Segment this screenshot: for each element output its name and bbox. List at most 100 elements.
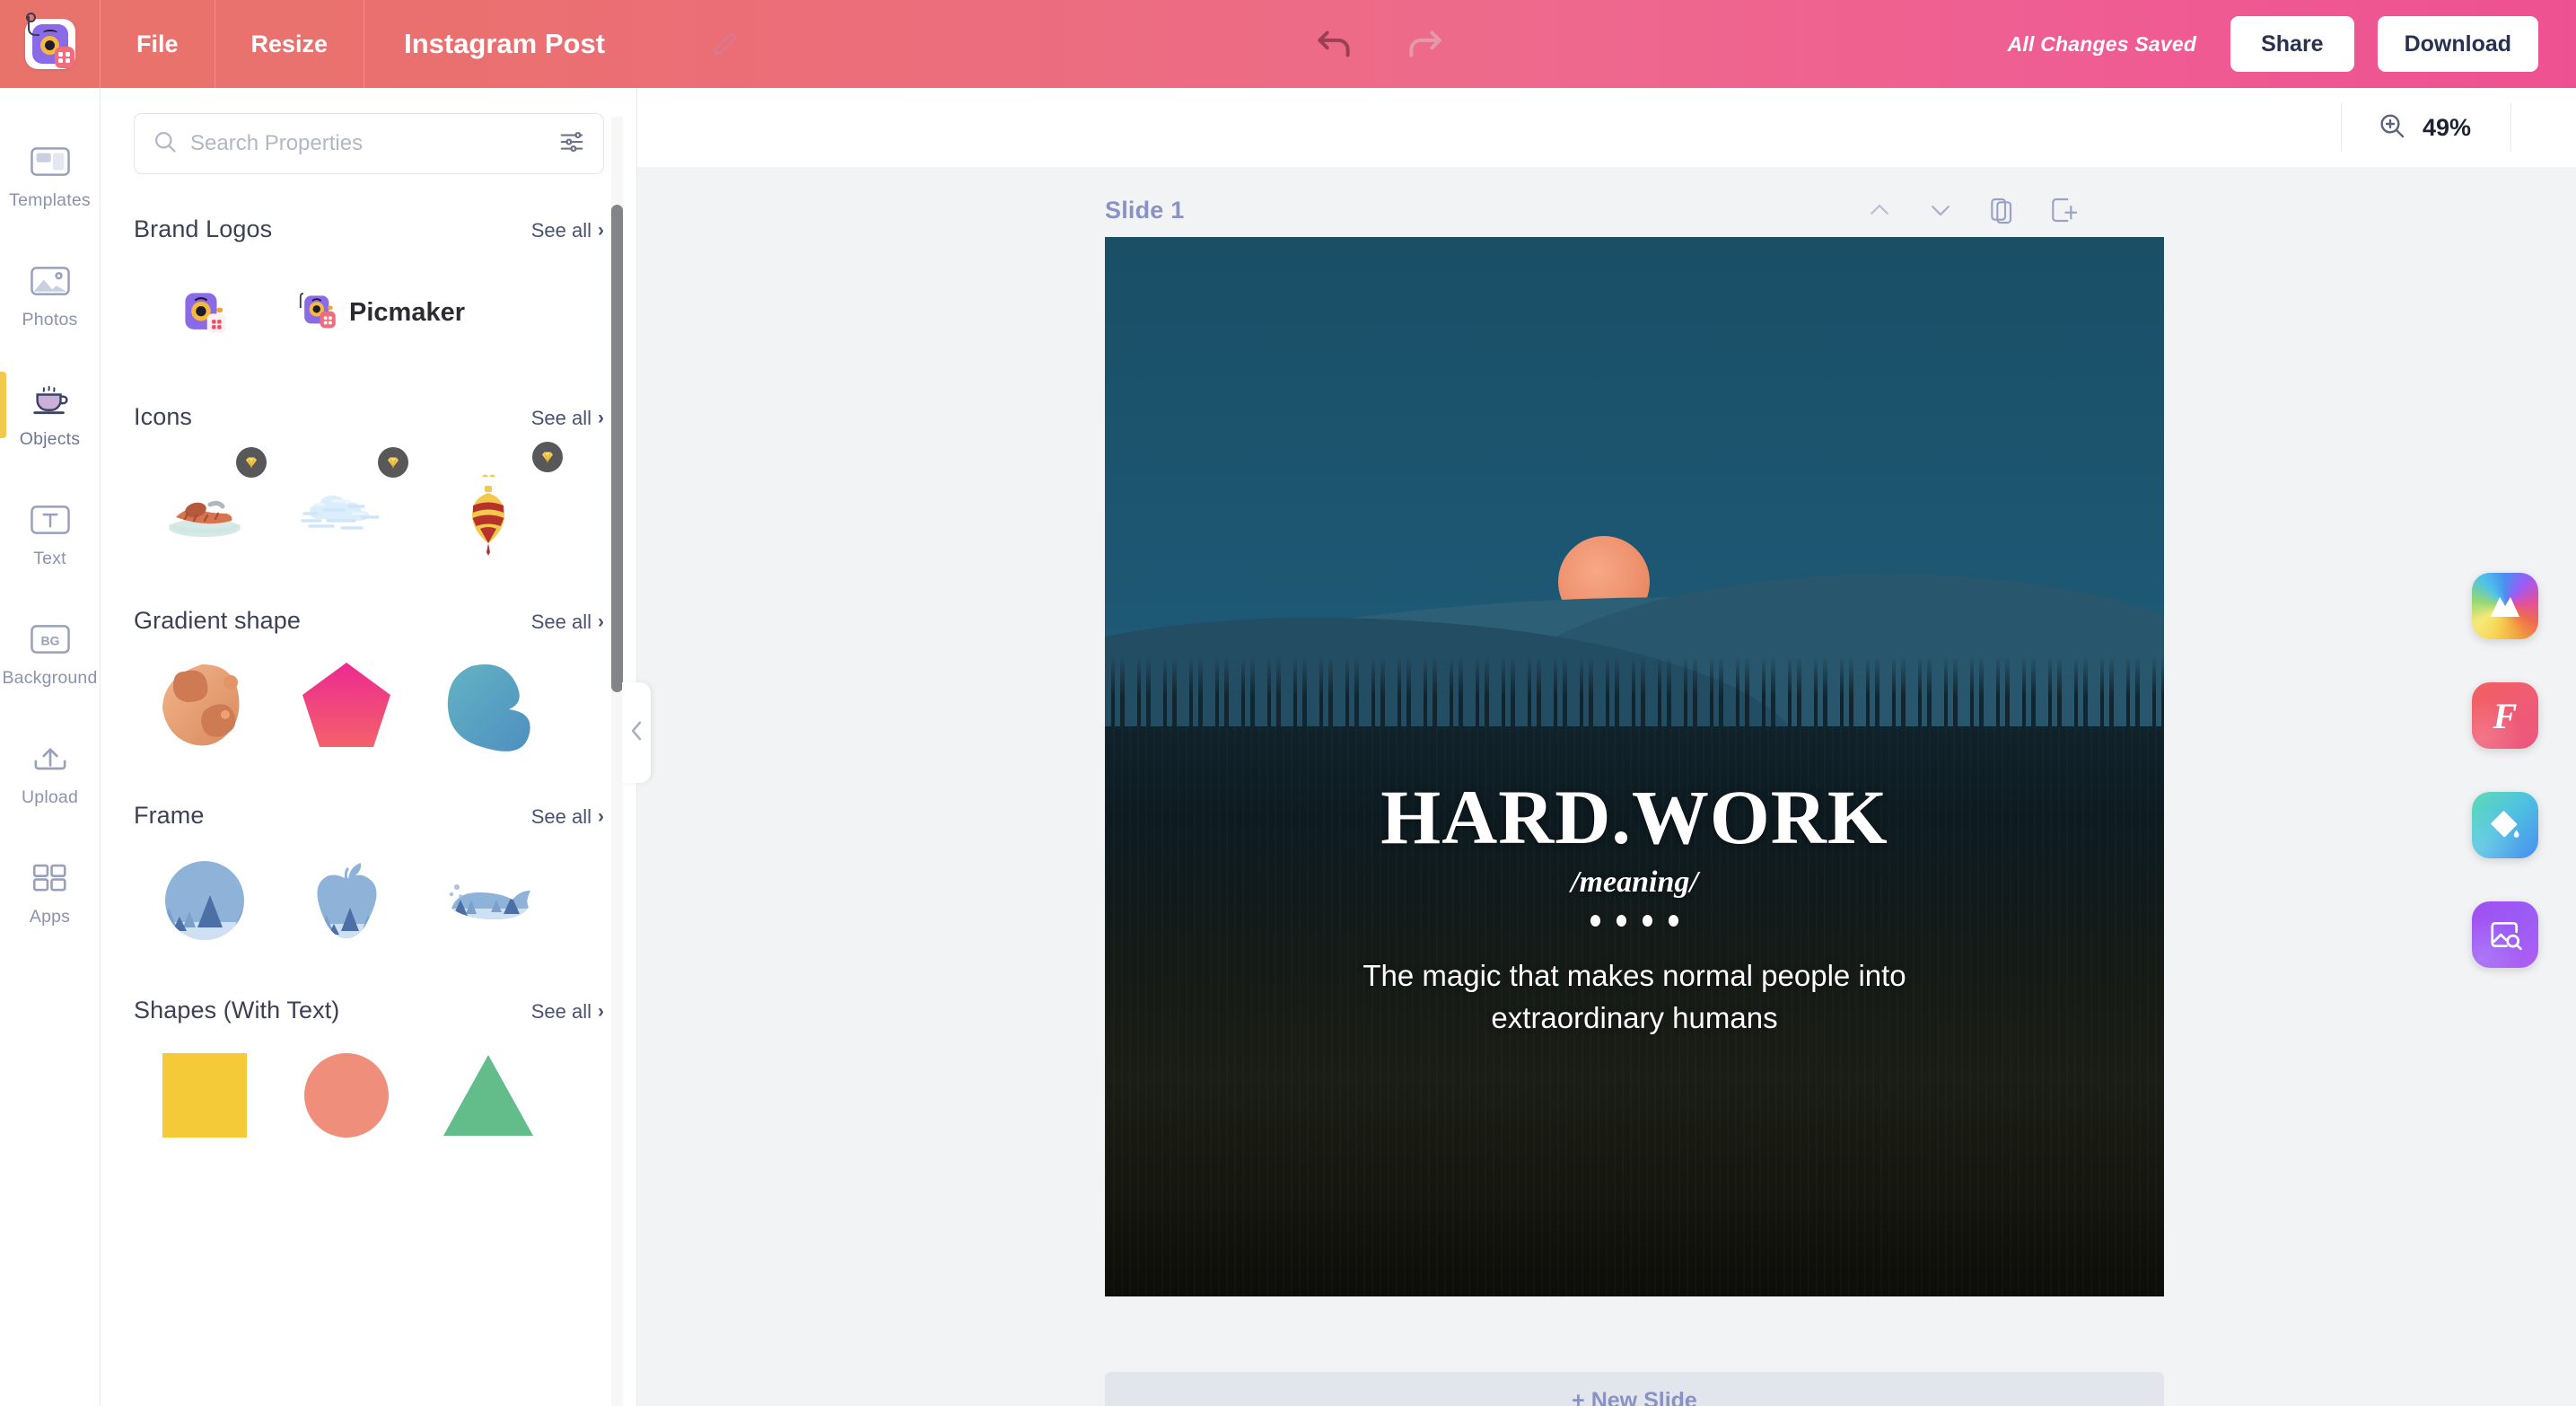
see-all-label: See all [530, 219, 591, 242]
image-search-icon [2491, 921, 2522, 951]
logo-hook [26, 13, 39, 36]
download-button[interactable]: Download [2377, 16, 2539, 72]
section-header: Icons See all › [134, 403, 604, 431]
see-all-icons[interactable]: See all › [531, 407, 604, 430]
thumb-row [134, 851, 604, 950]
see-all-gradient-shape[interactable]: See all › [531, 611, 604, 634]
add-slide-icon[interactable] [2042, 189, 2083, 231]
pentagon-pink-shape[interactable] [276, 656, 417, 755]
triangle-green-shape[interactable] [417, 1046, 559, 1145]
panel-scrollbar-thumb[interactable] [611, 205, 623, 692]
zoom-control[interactable]: 49% [2340, 103, 2511, 152]
left-rail: Templates Photos Objects Text BG Backgro… [0, 88, 101, 1406]
grilled-food-icon[interactable] [134, 447, 276, 560]
thumb-row [134, 442, 604, 560]
picmaker-mark[interactable] [134, 263, 276, 362]
see-all-shapes-with-text[interactable]: See all › [531, 1000, 604, 1024]
whale-frame[interactable] [417, 851, 559, 950]
sidebar-item-photos[interactable]: Photos [0, 249, 101, 343]
collapse-panel-handle[interactable] [622, 682, 651, 783]
pencil-icon[interactable] [698, 0, 752, 88]
section-header: Frame See all › [134, 802, 604, 830]
section-icons: Icons See all › [101, 403, 636, 560]
see-all-label: See all [530, 407, 591, 429]
blob-orange-shape[interactable] [134, 656, 276, 755]
canvas-area: 49% Slide 1 HARD.WORK /meaning/ The magi… [637, 88, 2576, 1406]
square-yellow-shape[interactable] [134, 1046, 276, 1145]
see-all-frame[interactable]: See all › [531, 805, 604, 829]
circle-salmon-shape[interactable] [276, 1046, 417, 1145]
filter-sliders-icon[interactable] [558, 128, 585, 160]
sidebar-item-apps[interactable]: Apps [0, 846, 101, 940]
sidebar-item-templates[interactable]: Templates [0, 129, 101, 224]
app-header: File Resize Instagram Post All Changes S… [0, 0, 2576, 88]
apple-frame[interactable] [276, 851, 417, 950]
section-gradient-shape: Gradient shape See all › [101, 607, 636, 755]
slide-text-layer: HARD.WORK /meaning/ The magic that makes… [1105, 237, 2164, 1296]
slide-divider-dots [1105, 915, 2164, 927]
duplicate-slide-icon[interactable] [1981, 189, 2022, 231]
logo-pupil [44, 40, 55, 50]
photos-icon [30, 263, 71, 299]
zoom-in-icon [2378, 111, 2406, 145]
picmaker-wordmark-text: Picmaker [349, 297, 465, 327]
logo-brow [42, 30, 57, 36]
undo-redo-group [1310, 19, 1450, 69]
color-palette-app[interactable] [2472, 573, 2538, 639]
search-row [101, 88, 636, 174]
section-frame: Frame See all › [101, 802, 636, 950]
move-down-icon[interactable] [1920, 189, 1961, 231]
svg-text:BG: BG [40, 634, 59, 648]
see-all-brand-logos[interactable]: See all › [531, 219, 604, 242]
objects-panel: Brand Logos See all › [101, 88, 637, 1406]
move-up-icon[interactable] [1859, 189, 1900, 231]
zoom-value: 49% [2422, 113, 2471, 141]
app-logo[interactable] [0, 0, 101, 88]
sidebar-label: Templates [9, 190, 91, 210]
sidebar-item-objects[interactable]: Objects [0, 368, 101, 462]
circle-frame[interactable] [134, 851, 276, 950]
blob-blue-shape[interactable] [417, 656, 559, 755]
zoom-bar: 49% [637, 88, 2576, 167]
slide-title[interactable]: HARD.WORK [1105, 772, 2164, 862]
templates-icon [30, 144, 71, 180]
share-button[interactable]: Share [2230, 16, 2354, 72]
sidebar-item-text[interactable]: Text [0, 488, 101, 582]
thumb-row [134, 656, 604, 755]
image-search-app[interactable] [2472, 901, 2538, 968]
chevron-right-icon: › [598, 1001, 604, 1022]
slide-canvas[interactable]: HARD.WORK /meaning/ The magic that makes… [1105, 237, 2164, 1296]
background-bg-icon: BG [30, 621, 71, 657]
new-slide-button[interactable]: + New Slide [1105, 1372, 2164, 1406]
paint-bucket-icon [2491, 811, 2519, 838]
menu-file[interactable]: File [101, 0, 215, 88]
document-title[interactable]: Instagram Post [364, 0, 644, 88]
section-title: Gradient shape [134, 607, 302, 634]
picmaker-wordmark[interactable]: Picmaker [276, 263, 465, 362]
menu-resize[interactable]: Resize [215, 0, 365, 88]
cloud-icon[interactable] [276, 447, 417, 560]
sidebar-label: Apps [29, 907, 71, 927]
undo-icon[interactable] [1310, 19, 1360, 69]
redo-icon[interactable] [1399, 19, 1450, 69]
sidebar-item-upload[interactable]: Upload [0, 726, 101, 821]
slide-body-text[interactable]: The magic that makes normal people into … [1302, 955, 1967, 1040]
paint-bucket-app[interactable] [2472, 792, 2538, 858]
save-status: All Changes Saved [2007, 31, 2197, 56]
search-box[interactable] [134, 113, 604, 174]
see-all-label: See all [530, 1000, 591, 1023]
logo-badge [54, 47, 74, 68]
app-dock: F [2472, 573, 2538, 968]
search-input[interactable] [178, 131, 558, 156]
sidebar-label: Objects [19, 429, 81, 449]
premium-badge [378, 447, 408, 478]
sidebar-item-background[interactable]: BG Background [0, 607, 101, 701]
slide-subtitle[interactable]: /meaning/ [1105, 866, 2164, 900]
font-app[interactable]: F [2472, 682, 2538, 749]
logo-box [24, 13, 75, 69]
christmas-ornament-icon[interactable] [417, 442, 563, 560]
section-shapes-with-text: Shapes (With Text) See all › [101, 997, 636, 1145]
sidebar-label: Photos [22, 310, 78, 330]
logo-camera [26, 13, 74, 68]
picmaker-editor: File Resize Instagram Post All Changes S… [0, 0, 2576, 1406]
